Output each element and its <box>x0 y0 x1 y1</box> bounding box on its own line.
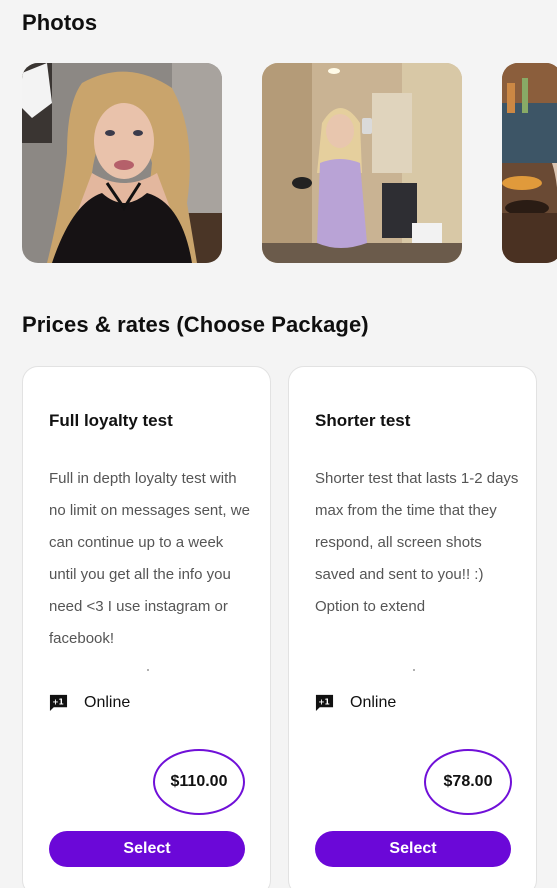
package-card: Full loyalty test Full in depth loyalty … <box>22 366 271 888</box>
svg-text:+1: +1 <box>52 697 64 706</box>
select-button[interactable]: Select <box>315 831 511 867</box>
photo-thumbnail[interactable] <box>262 63 462 263</box>
package-description: Shorter test that lasts 1-2 days max fro… <box>315 470 519 615</box>
package-mode: +1 Online <box>49 693 130 712</box>
photo-thumbnail[interactable] <box>22 63 222 263</box>
package-description: Full in depth loyalty test with no limit… <box>49 470 250 647</box>
message-plus-one-icon: +1 <box>49 694 68 712</box>
price-badge: $78.00 <box>424 749 512 815</box>
prices-section-title: Prices & rates (Choose Package) <box>22 312 369 337</box>
photo-mirror-selfie-lilac-dress <box>262 63 462 263</box>
package-title: Full loyalty test <box>49 411 173 430</box>
mode-label: Online <box>350 693 397 711</box>
package-mode: +1 Online <box>315 693 396 712</box>
package-title: Shorter test <box>315 411 411 430</box>
package-card: Shorter test Shorter test that lasts 1-2… <box>288 366 537 888</box>
photos-section-title: Photos <box>22 10 98 35</box>
svg-text:+1: +1 <box>318 697 330 706</box>
message-plus-one-icon: +1 <box>315 694 334 712</box>
photo-thumbnail[interactable] <box>502 63 557 263</box>
photo-blonde-selfie <box>22 63 222 263</box>
mode-label: Online <box>84 693 131 711</box>
select-button[interactable]: Select <box>49 831 245 867</box>
photo-bar-interior <box>502 63 557 263</box>
divider-dot <box>147 669 149 671</box>
divider-dot <box>413 669 415 671</box>
price-badge: $110.00 <box>153 749 245 815</box>
